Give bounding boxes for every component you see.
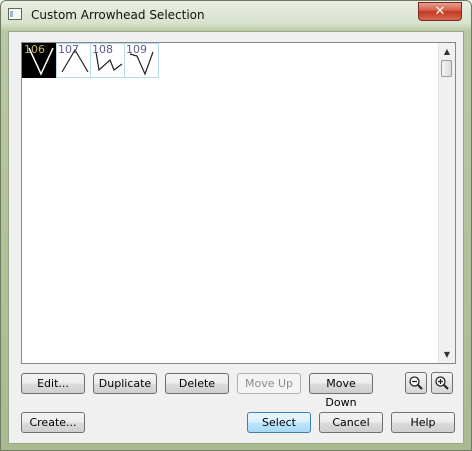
zoom-in-icon bbox=[435, 376, 449, 390]
move-down-button[interactable]: Move Down bbox=[309, 373, 373, 409]
scroll-up-arrow-icon[interactable]: ▲ bbox=[439, 43, 455, 60]
zoom-in-button[interactable] bbox=[431, 372, 453, 394]
dialog-window: Custom Arrowhead Selection ✕ 106 107 108… bbox=[0, 0, 472, 451]
arrowhead-item-106[interactable]: 106 bbox=[22, 43, 57, 78]
arrowhead-number: 109 bbox=[126, 43, 147, 56]
title-bar[interactable]: Custom Arrowhead Selection ✕ bbox=[1, 1, 471, 31]
vertical-scrollbar[interactable]: ▲ ▼ bbox=[438, 43, 455, 363]
cancel-button[interactable]: Cancel bbox=[319, 412, 383, 433]
scroll-down-arrow-icon[interactable]: ▼ bbox=[439, 346, 455, 363]
zoom-out-icon bbox=[409, 376, 423, 390]
move-up-button[interactable]: Move Up bbox=[237, 373, 301, 394]
app-icon bbox=[8, 8, 22, 20]
arrowhead-list[interactable]: 106 107 108 109 ▲ ▼ bbox=[21, 42, 456, 364]
scroll-thumb[interactable] bbox=[441, 60, 452, 77]
arrowhead-number: 107 bbox=[58, 43, 79, 56]
arrowhead-item-107[interactable]: 107 bbox=[56, 43, 91, 78]
select-button[interactable]: Select bbox=[247, 412, 311, 433]
arrowhead-item-108[interactable]: 108 bbox=[90, 43, 125, 78]
close-button[interactable]: ✕ bbox=[418, 2, 462, 21]
arrowhead-number: 108 bbox=[92, 43, 113, 56]
zoom-out-button[interactable] bbox=[405, 372, 427, 394]
edit-button[interactable]: Edit... bbox=[21, 373, 85, 394]
arrowhead-item-109[interactable]: 109 bbox=[124, 43, 159, 78]
delete-button[interactable]: Delete bbox=[165, 373, 229, 394]
arrowhead-number: 106 bbox=[24, 43, 45, 56]
duplicate-button[interactable]: Duplicate bbox=[93, 373, 157, 394]
dialog-body: 106 107 108 109 ▲ ▼ Edit... Duplicate De… bbox=[8, 31, 464, 444]
window-title: Custom Arrowhead Selection bbox=[31, 8, 205, 22]
create-button[interactable]: Create... bbox=[21, 412, 85, 433]
help-button[interactable]: Help bbox=[391, 412, 455, 433]
